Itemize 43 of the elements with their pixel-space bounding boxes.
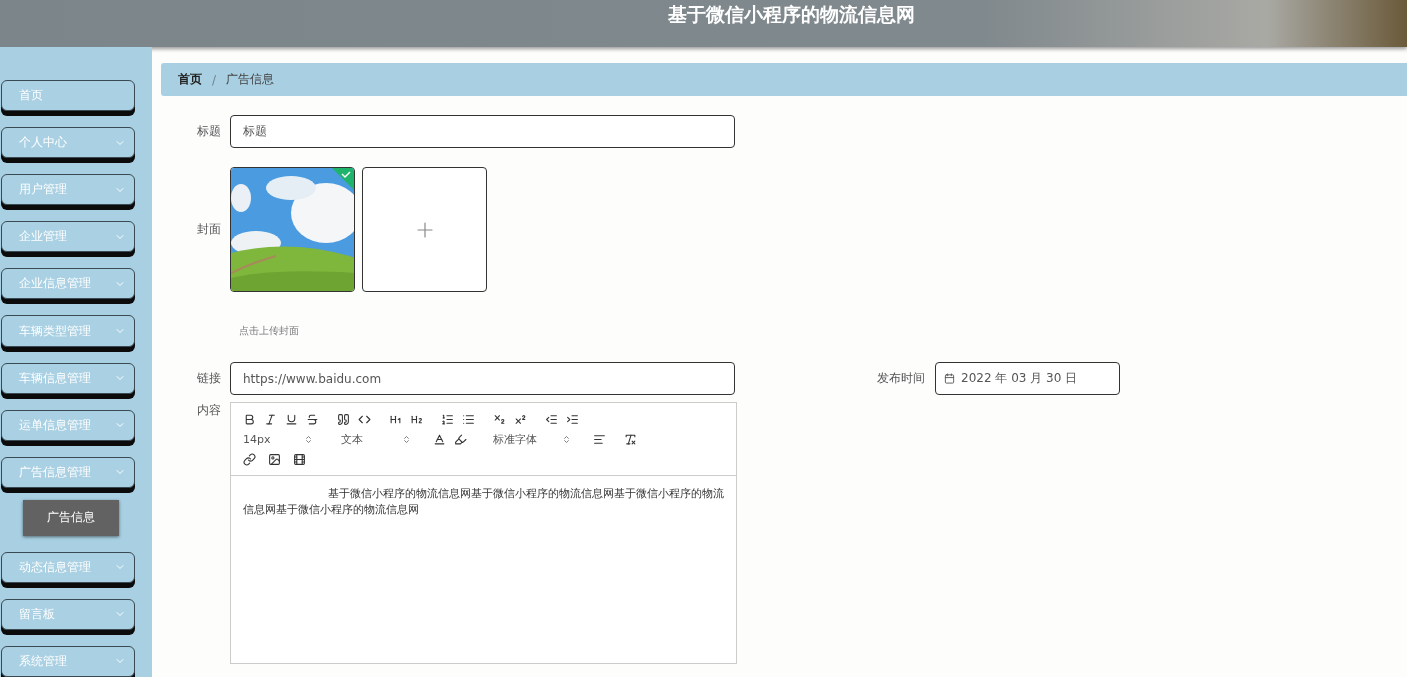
calendar-icon <box>944 373 955 384</box>
heading-select[interactable]: 文本 <box>341 431 411 447</box>
outdent-icon[interactable] <box>545 412 558 426</box>
bullet-list-icon[interactable] <box>462 412 475 426</box>
breadcrumb-item: 广告信息 <box>226 71 275 88</box>
text-color-icon[interactable] <box>433 432 446 446</box>
indent-icon[interactable] <box>566 412 579 426</box>
rich-text-editor[interactable]: 14px 文本 标准字体 基于微信小程序的物流信息网基于微信小程序的物流信息网基于微信小程序的物流信息网基于微信小程序的物流信息网 <box>230 402 737 664</box>
editor-text: 基于微信小程序的物流信息网基于微信小程序的物流信息网基于微信小程序的物流信息网基于微信小程序的物流信息网 <box>242 486 725 518</box>
quote-icon[interactable] <box>337 412 350 426</box>
field-label: 内容 <box>196 402 222 419</box>
font-family-select[interactable]: 标准字体 <box>493 431 571 447</box>
bold-icon[interactable] <box>243 412 256 426</box>
highlight-icon[interactable] <box>454 432 467 446</box>
date-field[interactable]: 2022 年 03 月 30 日 <box>935 362 1120 395</box>
upload-button[interactable] <box>362 167 487 292</box>
subscript-icon[interactable] <box>493 412 506 426</box>
link-icon[interactable] <box>243 452 256 466</box>
field-label: 链接 <box>196 370 222 387</box>
link-field[interactable]: https://www.baidu.com <box>230 362 735 395</box>
submenu-item[interactable]: 广告信息 <box>23 499 119 536</box>
underline-icon[interactable] <box>285 412 298 426</box>
ordered-list-icon[interactable] <box>441 412 454 426</box>
upload-hint: 点击上传封面 <box>239 324 299 338</box>
italic-icon[interactable] <box>264 412 277 426</box>
site-title: 基于微信小程序的物流信息网 <box>667 2 915 27</box>
strikethrough-icon[interactable] <box>306 412 319 426</box>
breadcrumb-separator: / <box>212 72 217 87</box>
select-arrows-icon <box>304 434 313 444</box>
clear-format-icon[interactable] <box>624 432 637 446</box>
align-icon[interactable] <box>593 432 606 446</box>
select-arrows-icon <box>402 434 411 444</box>
superscript-icon[interactable] <box>514 412 527 426</box>
video-icon[interactable] <box>293 452 306 466</box>
image-icon[interactable] <box>268 452 281 466</box>
select-arrows-icon <box>562 434 571 444</box>
title-field[interactable]: 标题 <box>230 115 735 148</box>
breadcrumb-item[interactable]: 首页 <box>178 71 202 88</box>
field-label: 封面 <box>196 221 222 238</box>
field-label: 发布时间 <box>876 370 926 387</box>
field-label: 标题 <box>196 123 222 140</box>
menu-item[interactable]: 系统管理 <box>1 645 135 677</box>
font-size-select[interactable]: 14px <box>243 432 313 446</box>
